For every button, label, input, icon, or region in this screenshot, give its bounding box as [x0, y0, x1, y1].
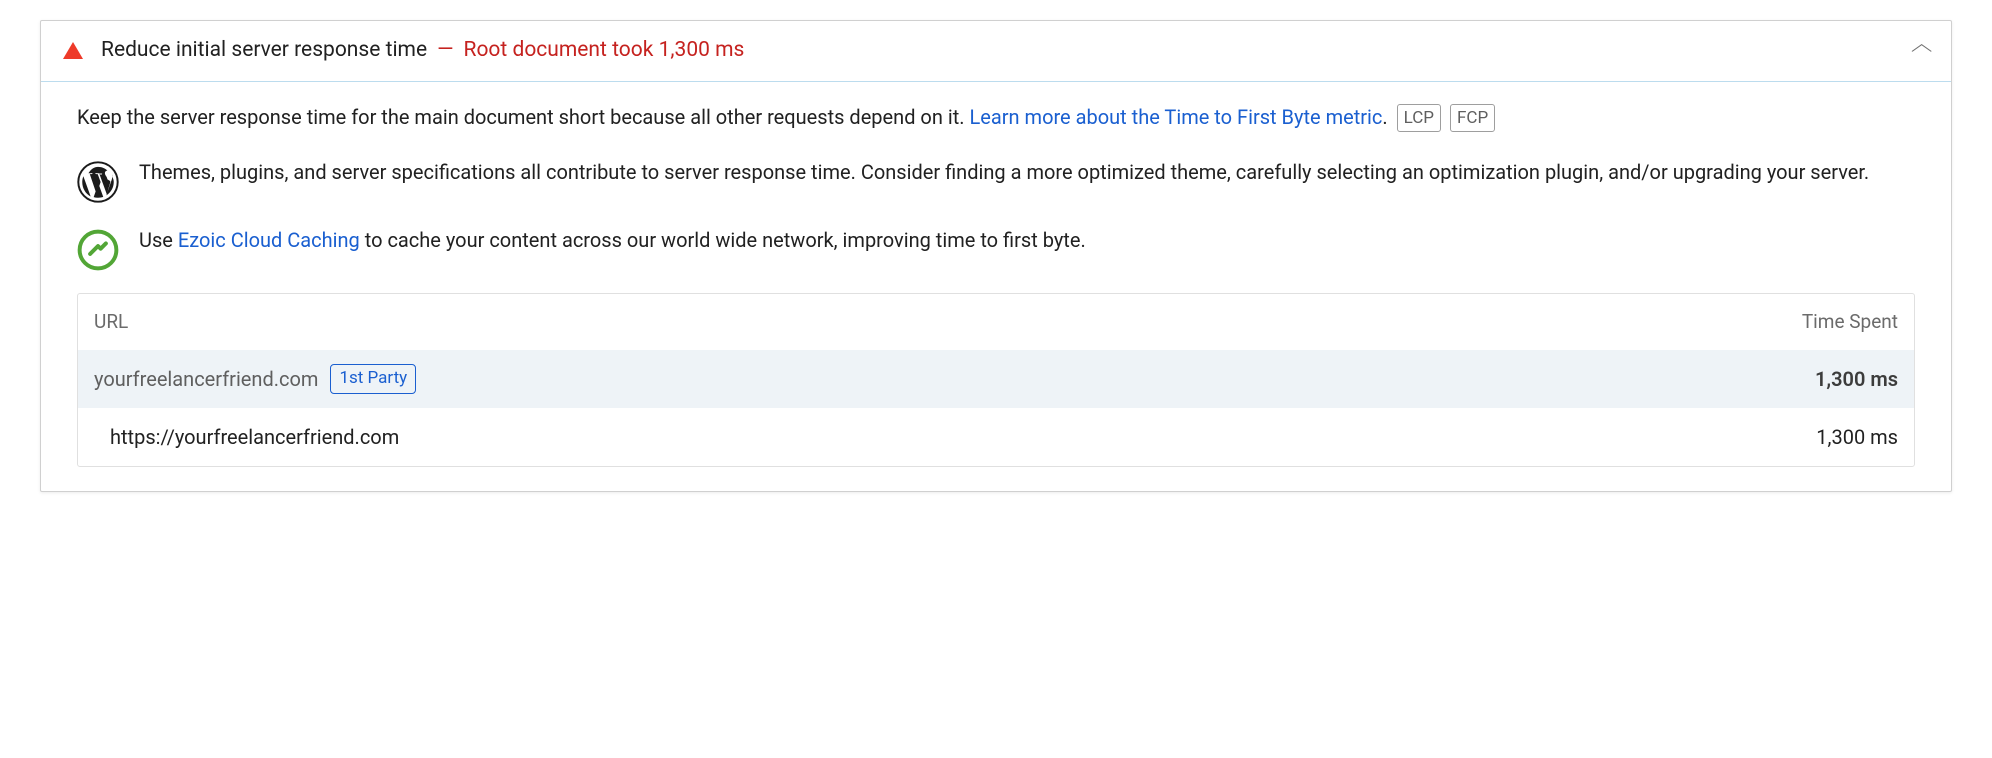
header-time: Time Spent: [1758, 308, 1898, 337]
wordpress-advice-text: Themes, plugins, and server specificatio…: [139, 157, 1869, 188]
audit-separator: —: [437, 35, 453, 67]
chevron-up-icon[interactable]: ⌵: [1911, 36, 1932, 66]
party-badge: 1st Party: [330, 364, 416, 394]
ezoic-advice-text: Use Ezoic Cloud Caching to cache your co…: [139, 225, 1086, 256]
ezoic-suffix: to cache your content across our world w…: [360, 228, 1086, 252]
table-group-row[interactable]: yourfreelancerfriend.com 1st Party 1,300…: [78, 350, 1914, 408]
audit-item: Reduce initial server response time — Ro…: [40, 20, 1952, 492]
ezoic-link[interactable]: Ezoic Cloud Caching: [178, 228, 360, 252]
audit-display-value: Root document took 1,300 ms: [464, 35, 745, 67]
metric-badge-fcp: FCP: [1450, 104, 1495, 132]
group-domain: yourfreelancerfriend.com: [94, 364, 318, 394]
description-suffix: .: [1382, 105, 1387, 129]
audit-header[interactable]: Reduce initial server response time — Ro…: [41, 21, 1951, 81]
audit-title: Reduce initial server response time: [101, 35, 427, 67]
fail-triangle-icon: [63, 42, 83, 59]
table-header-row: URL Time Spent: [78, 294, 1914, 351]
ezoic-prefix: Use: [139, 228, 178, 252]
stack-pack-wordpress: Themes, plugins, and server specificatio…: [77, 157, 1915, 203]
row-url: https://yourfreelancerfriend.com: [110, 422, 1758, 452]
wordpress-icon: [77, 161, 119, 203]
details-table: URL Time Spent yourfreelancerfriend.com …: [77, 293, 1915, 468]
audit-details: Keep the server response time for the ma…: [41, 81, 1951, 492]
audit-description: Keep the server response time for the ma…: [77, 102, 1915, 133]
metric-badge-lcp: LCP: [1397, 104, 1441, 132]
table-row: https://yourfreelancerfriend.com 1,300 m…: [78, 408, 1914, 466]
group-time: 1,300 ms: [1758, 364, 1898, 394]
stack-pack-ezoic: Use Ezoic Cloud Caching to cache your co…: [77, 225, 1915, 271]
learn-more-link[interactable]: Learn more about the Time to First Byte …: [969, 105, 1382, 129]
header-url: URL: [94, 308, 1758, 337]
ezoic-icon: [77, 229, 119, 271]
description-text: Keep the server response time for the ma…: [77, 105, 969, 129]
row-time: 1,300 ms: [1758, 422, 1898, 452]
